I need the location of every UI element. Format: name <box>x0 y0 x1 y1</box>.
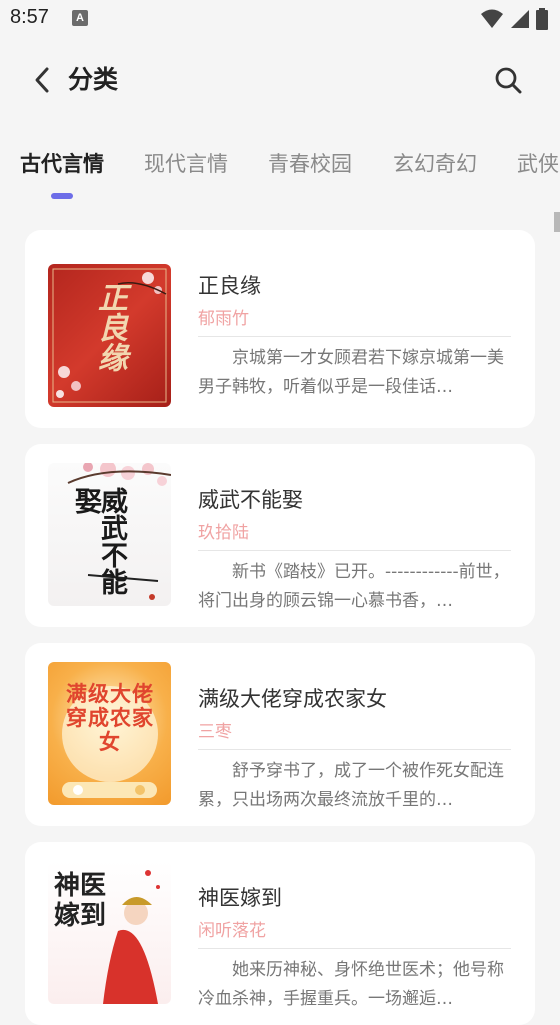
page-title: 分类 <box>68 65 119 94</box>
status-time: 8:57 <box>10 6 49 28</box>
tab-active-indicator <box>51 193 73 199</box>
book-card[interactable]: 正良缘 正良缘 郁雨竹 京城第一才女顾君若下嫁京城第一美男子韩牧，听着似乎是一段… <box>25 230 535 428</box>
book-author: 三枣 <box>198 722 232 742</box>
tab-xiandai-yanqing[interactable]: 现代言情 <box>144 148 228 178</box>
book-card[interactable]: 神医嫁到 神医嫁到 闲听落花 她来历神秘、身怀绝世医术；他号称冷血杀神，手握重兵… <box>25 842 535 1025</box>
book-title: 威武不能娶 <box>198 488 303 512</box>
cover-title-text: 威武不能娶 <box>70 487 127 595</box>
tab-wuxia[interactable]: 武侠 <box>517 148 559 178</box>
book-cover: 威武不能娶 <box>48 463 171 606</box>
divider <box>198 550 511 551</box>
book-description: 新书《踏枝》已开。------------前世，将门出身的顾云锦一心慕书香，… <box>198 562 510 611</box>
status-icons <box>480 8 548 30</box>
back-button[interactable] <box>28 64 56 96</box>
search-button[interactable] <box>490 62 526 98</box>
scrollbar-thumb[interactable] <box>554 212 560 232</box>
cover-title-text: 神医嫁到 <box>54 871 107 931</box>
battery-icon <box>536 8 548 30</box>
tab-xuanhuan-qihuan[interactable]: 玄幻奇幻 <box>393 148 477 178</box>
cover-title-text: 满级大佬穿成农家女 <box>66 681 154 754</box>
book-card[interactable]: 满级大佬穿成农家女 满级大佬穿成农家女 三枣 舒予穿书了，成了一个被作死女配连累… <box>25 643 535 826</box>
divider <box>198 336 511 337</box>
search-icon <box>495 67 522 94</box>
divider <box>198 948 511 949</box>
header: 分类 <box>0 40 560 120</box>
book-author: 闲听落花 <box>198 921 266 941</box>
book-cover: 满级大佬穿成农家女 <box>48 662 171 805</box>
signal-icon <box>511 10 529 28</box>
divider <box>198 749 511 750</box>
book-title: 神医嫁到 <box>198 886 282 910</box>
book-cover: 正良缘 <box>48 264 171 407</box>
book-description: 京城第一才女顾君若下嫁京城第一美男子韩牧，听着似乎是一段佳话… <box>198 348 504 397</box>
status-bar: 8:57 A <box>0 0 560 38</box>
book-author: 玖拾陆 <box>198 523 249 543</box>
book-author: 郁雨竹 <box>198 309 249 329</box>
chevron-left-icon <box>35 67 49 93</box>
book-title: 正良缘 <box>198 274 261 298</box>
book-description: 舒予穿书了，成了一个被作死女配连累，只出场两次最终流放千里的… <box>198 761 504 810</box>
book-title: 满级大佬穿成农家女 <box>198 687 387 711</box>
wifi-icon <box>481 9 503 28</box>
app-notification-icon: A <box>72 10 88 26</box>
tab-gudai-yanqing[interactable]: 古代言情 <box>20 148 104 178</box>
book-description: 她来历神秘、身怀绝世医术；他号称冷血杀神，手握重兵。一场邂逅… <box>198 960 504 1009</box>
cover-title-text: 正良缘 <box>92 282 127 372</box>
tab-qingchun-xiaoyuan[interactable]: 青春校园 <box>268 148 352 178</box>
book-card[interactable]: 威武不能娶 威武不能娶 玖拾陆 新书《踏枝》已开。------------前世，… <box>25 444 535 627</box>
category-tabs: 古代言情 现代言情 青春校园 玄幻奇幻 武侠 <box>0 130 560 210</box>
book-cover: 神医嫁到 <box>48 861 171 1004</box>
